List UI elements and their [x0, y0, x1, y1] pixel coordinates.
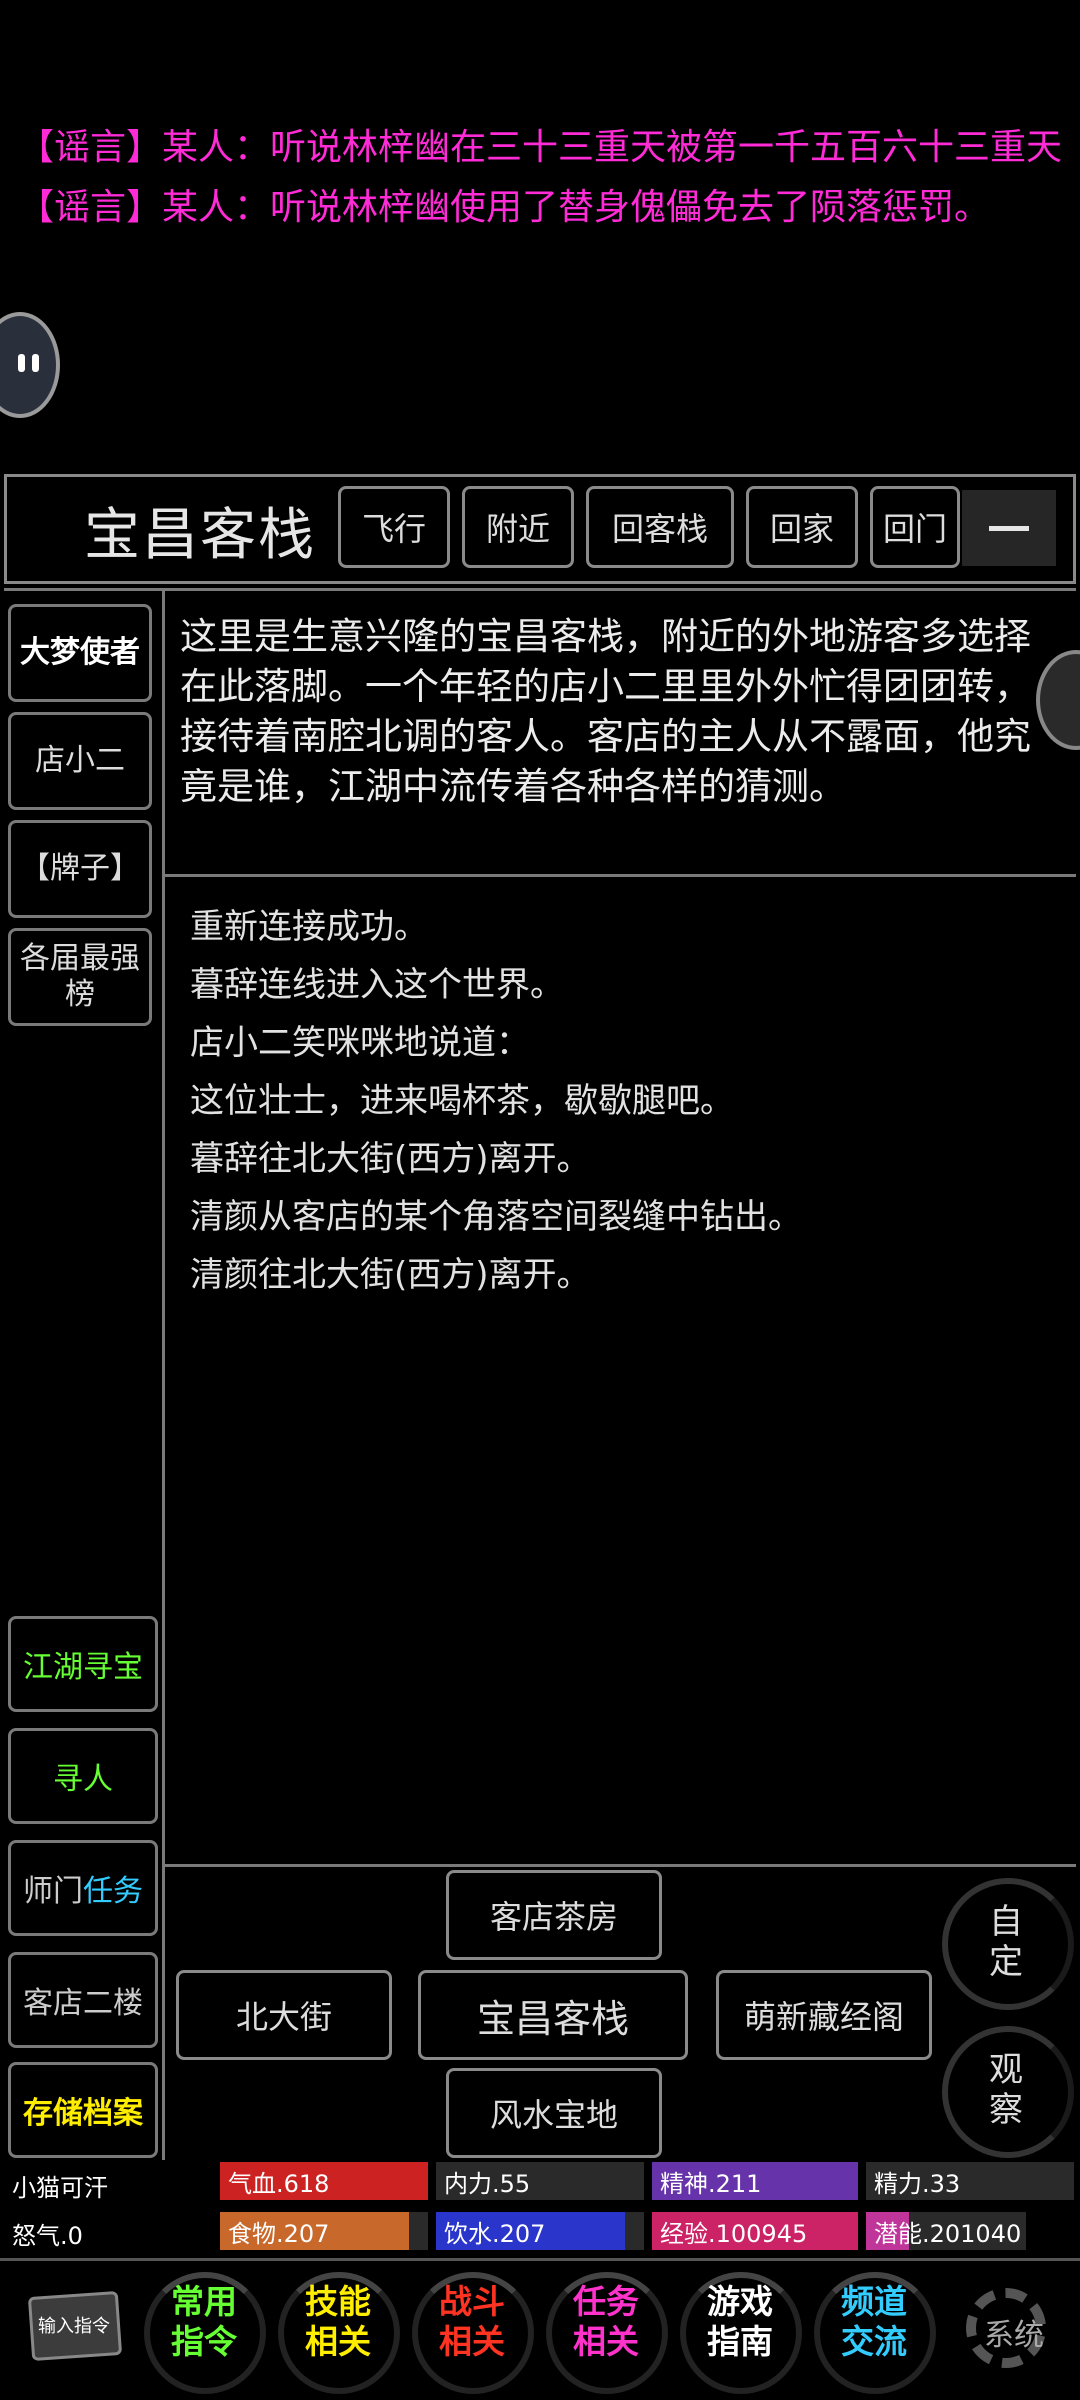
divider [162, 590, 165, 2160]
npc-rankings[interactable]: 各届最强榜 [8, 928, 152, 1026]
exit-north[interactable]: 客店茶房 [446, 1870, 662, 1960]
collapse-button[interactable] [962, 490, 1056, 566]
water-bar: 饮水.207 [436, 2212, 644, 2250]
sect-task-button[interactable]: 师门 任务 [8, 1840, 158, 1936]
room-description: 这里是生意兴隆的宝昌客栈，附近的外地游客多选择在此落脚。一个年轻的店小二里里外外… [180, 615, 1031, 808]
sect-task-label-a: 师门 [23, 1874, 83, 1909]
exit-current-room[interactable]: 宝昌客栈 [418, 1970, 688, 2060]
exit-west[interactable]: 北大街 [176, 1970, 392, 2060]
food-bar: 食物.207 [220, 2212, 428, 2250]
save-archive-button[interactable]: 存储档案 [8, 2062, 158, 2158]
chat-bubble-icon[interactable] [0, 312, 60, 418]
nearby-button[interactable]: 附近 [462, 486, 574, 568]
rumor-line-2: 【谣言】某人：听说林梓幽使用了替身傀儡免去了陨落惩罚。 [18, 187, 991, 228]
return-sect-button[interactable]: 回门 [870, 486, 960, 568]
message-line: 暮辞往北大街(西方)离开。 [190, 1139, 591, 1179]
nav-skills[interactable]: 技能 相关 [278, 2272, 400, 2394]
npc-dream-envoy[interactable]: 大梦使者 [8, 604, 152, 702]
nav-channels[interactable]: 频道 交流 [814, 2272, 936, 2394]
divider [164, 874, 1076, 877]
divider [164, 1864, 1076, 1867]
message-line: 重新连接成功。 [190, 907, 428, 947]
return-inn-button[interactable]: 回客栈 [586, 486, 734, 568]
message-line: 暮辞连线进入这个世界。 [190, 965, 564, 1005]
find-person-button[interactable]: 寻人 [8, 1728, 158, 1824]
npc-waiter[interactable]: 店小二 [8, 712, 152, 810]
sect-task-label-b: 任务 [83, 1874, 143, 1909]
player-name: 小猫可汗 [12, 2174, 108, 2202]
potential-bar: 潜能.201040 [866, 2212, 1026, 2250]
spirit-bar: 精神.211 [652, 2162, 858, 2200]
minus-icon [989, 525, 1029, 531]
room-title: 宝昌客栈 [84, 503, 316, 568]
fly-button[interactable]: 飞行 [338, 486, 450, 568]
message-line: 清颜往北大街(西方)离开。 [190, 1255, 591, 1295]
go-home-button[interactable]: 回家 [746, 486, 858, 568]
exit-south[interactable]: 风水宝地 [446, 2068, 662, 2158]
exit-east[interactable]: 萌新藏经阁 [716, 1970, 932, 2060]
rumor-line-1: 【谣言】某人：听说林梓幽在三十三重天被第一千五百六十三重天 [18, 127, 1063, 168]
mana-bar: 内力.55 [436, 2162, 644, 2200]
observe-button[interactable]: 观 察 [942, 2026, 1074, 2158]
custom-button[interactable]: 自 定 [942, 1878, 1074, 2010]
hp-bar: 气血.618 [220, 2162, 428, 2200]
inn-upstairs-button[interactable]: 客店二楼 [8, 1952, 158, 2048]
energy-bar: 精力.33 [866, 2162, 1074, 2200]
nav-common-commands[interactable]: 常用 指令 [144, 2272, 266, 2394]
message-line: 这位壮士，进来喝杯茶，歇歇腿吧。 [190, 1081, 734, 1121]
message-log: 重新连接成功。 暮辞连线进入这个世界。 店小二笑咪咪地说道： 这位壮士，进来喝杯… [190, 898, 1060, 1304]
treasure-hunt-button[interactable]: 江湖寻宝 [8, 1616, 158, 1712]
message-line: 店小二笑咪咪地说道： [190, 1023, 530, 1063]
message-line: 清颜从客店的某个角落空间裂缝中钻出。 [190, 1197, 802, 1237]
input-command-button[interactable]: 输入指令 [18, 2280, 126, 2366]
exp-bar: 经验.100945 [652, 2212, 858, 2250]
rage-value: 怒气.0 [12, 2222, 83, 2250]
nav-game-guide[interactable]: 游戏 指南 [680, 2272, 802, 2394]
divider [0, 2258, 1080, 2261]
nav-quests[interactable]: 任务 相关 [546, 2272, 668, 2394]
npc-sign[interactable]: 【牌子】 [8, 820, 152, 918]
system-settings-button[interactable]: 系统 [958, 2280, 1062, 2376]
nav-combat[interactable]: 战斗 相关 [412, 2272, 534, 2394]
